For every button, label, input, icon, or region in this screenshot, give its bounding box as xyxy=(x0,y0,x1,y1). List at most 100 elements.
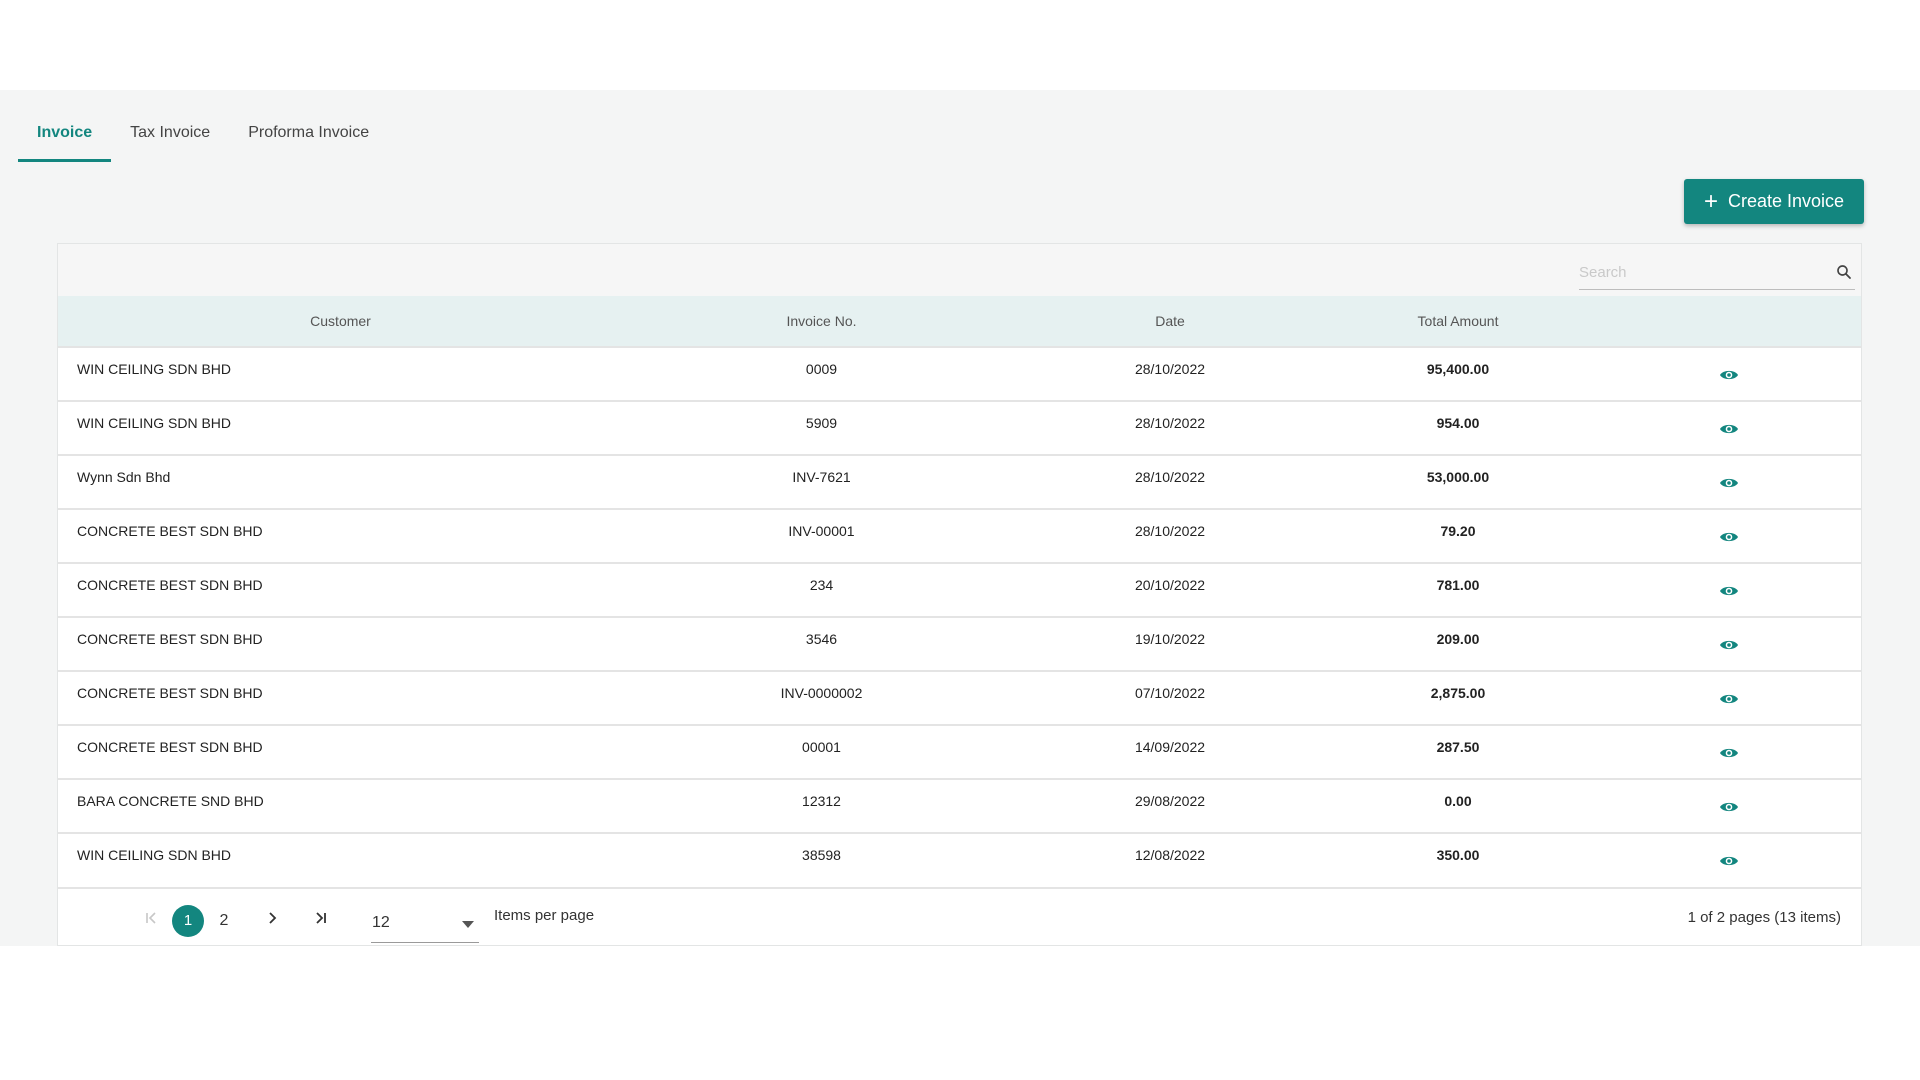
eye-icon[interactable] xyxy=(1719,476,1739,490)
cell-invoice-no-text: 12312 xyxy=(802,793,841,809)
cell-date: 14/09/2022 xyxy=(1020,725,1320,779)
cell-date-text: 28/10/2022 xyxy=(1134,469,1206,485)
cell-action xyxy=(1596,509,1861,563)
cell-action xyxy=(1596,455,1861,509)
cell-invoice-no-text: INV-00001 xyxy=(788,523,855,539)
eye-icon[interactable] xyxy=(1719,800,1739,814)
cell-customer-text: CONCRETE BEST SDN BHD xyxy=(77,739,263,755)
cell-invoice-no: INV-7621 xyxy=(623,455,1020,509)
cell-total-amount: 954.00 xyxy=(1320,401,1596,455)
create-invoice-button[interactable]: + Create Invoice xyxy=(1684,179,1864,224)
first-page-button[interactable] xyxy=(136,905,168,937)
eye-icon[interactable] xyxy=(1719,368,1739,382)
cell-invoice-no: 234 xyxy=(623,563,1020,617)
page-size-select[interactable]: 12 xyxy=(371,905,479,943)
create-invoice-label: Create Invoice xyxy=(1727,191,1845,211)
last-page-icon xyxy=(316,912,326,924)
cell-customer-text: WIN CEILING SDN BHD xyxy=(77,847,232,863)
cell-total-amount: 2,875.00 xyxy=(1320,671,1596,725)
invoice-table: Customer Invoice No. Date Total Amount W… xyxy=(58,296,1861,887)
cell-total-amount-text: 781.00 xyxy=(1436,577,1480,593)
cell-invoice-no: 12312 xyxy=(623,779,1020,833)
first-page-icon xyxy=(146,912,156,924)
tab-proforma-invoice[interactable]: Proforma Invoice xyxy=(229,90,388,160)
table-row[interactable]: WIN CEILING SDN BHD 38598 12/08/2022 350.00 xyxy=(58,833,1861,887)
cell-total-amount-text: 287.50 xyxy=(1436,739,1480,755)
cell-customer: BARA CONCRETE SND BHD xyxy=(58,779,623,833)
page-button-2[interactable]: 2 xyxy=(208,905,240,937)
cell-date: 28/10/2022 xyxy=(1020,347,1320,401)
cell-invoice-no-text: 5909 xyxy=(805,415,838,431)
cell-customer: WIN CEILING SDN BHD xyxy=(58,833,623,887)
table-row[interactable]: Wynn Sdn Bhd INV-7621 28/10/2022 53,000.00 xyxy=(58,455,1861,509)
eye-icon[interactable] xyxy=(1719,530,1739,544)
table-row[interactable]: CONCRETE BEST SDN BHD 3546 19/10/2022 209.0… xyxy=(58,617,1861,671)
cell-date-text: 19/10/2022 xyxy=(1134,631,1206,647)
cell-total-amount-text: 2,875.00 xyxy=(1430,685,1486,701)
cell-date-text: 14/09/2022 xyxy=(1134,739,1206,755)
last-page-button[interactable] xyxy=(304,905,336,937)
cell-total-amount: 95,400.00 xyxy=(1320,347,1596,401)
cell-invoice-no-text: INV-7621 xyxy=(792,469,851,485)
cell-date: 28/10/2022 xyxy=(1020,455,1320,509)
table-row[interactable]: CONCRETE BEST SDN BHD 00001 14/09/2022 287.… xyxy=(58,725,1861,779)
column-header-invoice-no[interactable]: Invoice No. xyxy=(623,296,1020,347)
eye-icon[interactable] xyxy=(1719,746,1739,760)
eye-icon[interactable] xyxy=(1719,638,1739,652)
invoice-panel: Invoice Tax Invoice Proforma Invoice + C… xyxy=(0,90,1920,946)
page-button-1[interactable]: 1 xyxy=(172,905,204,937)
items-per-page-label: Items per page xyxy=(494,907,595,924)
search-input[interactable] xyxy=(1579,263,1835,281)
column-header-customer[interactable]: Customer xyxy=(58,296,623,347)
cell-total-amount-text: 53,000.00 xyxy=(1426,469,1490,485)
column-header-total-amount[interactable]: Total Amount xyxy=(1320,296,1596,347)
cell-action xyxy=(1596,779,1861,833)
cell-date: 20/10/2022 xyxy=(1020,563,1320,617)
cell-date: 28/10/2022 xyxy=(1020,509,1320,563)
cell-customer: CONCRETE BEST SDN BHD xyxy=(58,725,623,779)
table-row[interactable]: CONCRETE BEST SDN BHD INV-0000002 07/10/20… xyxy=(58,671,1861,725)
cell-customer: WIN CEILING SDN BHD xyxy=(58,347,623,401)
cell-customer-text: CONCRETE BEST SDN BHD xyxy=(77,685,263,701)
table-row[interactable]: WIN CEILING SDN BHD 0009 28/10/2022 95,400.… xyxy=(58,347,1861,401)
cell-total-amount-text: 95,400.00 xyxy=(1426,361,1490,377)
search-box xyxy=(1579,255,1855,290)
eye-icon[interactable] xyxy=(1719,854,1739,868)
eye-icon[interactable] xyxy=(1719,422,1739,436)
tab-strip: Invoice Tax Invoice Proforma Invoice xyxy=(18,90,388,162)
cell-invoice-no: INV-0000002 xyxy=(623,671,1020,725)
cell-total-amount: 53,000.00 xyxy=(1320,455,1596,509)
invoice-grid: Customer Invoice No. Date Total Amount W… xyxy=(57,243,1862,946)
table-row[interactable]: BARA CONCRETE SND BHD 12312 29/08/2022 0.00 xyxy=(58,779,1861,833)
page-size-value: 12 xyxy=(372,914,390,931)
cell-date: 19/10/2022 xyxy=(1020,617,1320,671)
cell-customer: CONCRETE BEST SDN BHD xyxy=(58,617,623,671)
cell-total-amount: 209.00 xyxy=(1320,617,1596,671)
column-header-actions xyxy=(1596,296,1861,347)
table-header-row: Customer Invoice No. Date Total Amount xyxy=(58,296,1861,347)
next-page-button[interactable] xyxy=(256,905,288,937)
cell-invoice-no: 5909 xyxy=(623,401,1020,455)
cell-customer-text: CONCRETE BEST SDN BHD xyxy=(77,523,263,539)
eye-icon[interactable] xyxy=(1719,692,1739,706)
cell-action xyxy=(1596,833,1861,887)
table-row[interactable]: WIN CEILING SDN BHD 5909 28/10/2022 954.00 xyxy=(58,401,1861,455)
cell-total-amount-text: 350.00 xyxy=(1436,847,1480,863)
tab-tax-invoice[interactable]: Tax Invoice xyxy=(111,90,229,160)
eye-icon[interactable] xyxy=(1719,584,1739,598)
cell-total-amount: 350.00 xyxy=(1320,833,1596,887)
table-row[interactable]: CONCRETE BEST SDN BHD INV-00001 28/10/2022… xyxy=(58,509,1861,563)
cell-action xyxy=(1596,671,1861,725)
table-row[interactable]: CONCRETE BEST SDN BHD 234 20/10/2022 781.00 xyxy=(58,563,1861,617)
tab-invoice[interactable]: Invoice xyxy=(18,90,112,162)
cell-date-text: 28/10/2022 xyxy=(1134,523,1206,539)
column-header-date[interactable]: Date xyxy=(1020,296,1320,347)
cell-customer-text: CONCRETE BEST SDN BHD xyxy=(77,577,263,593)
cell-total-amount-text: 79.20 xyxy=(1440,523,1476,539)
cell-action xyxy=(1596,725,1861,779)
grid-toolbar xyxy=(58,244,1861,296)
cell-total-amount-text: 0.00 xyxy=(1444,793,1472,809)
search-icon[interactable] xyxy=(1835,263,1853,281)
cell-total-amount: 0.00 xyxy=(1320,779,1596,833)
pager: 1 2 12 Items per page 1 of 2 pages (13 i… xyxy=(58,887,1861,945)
